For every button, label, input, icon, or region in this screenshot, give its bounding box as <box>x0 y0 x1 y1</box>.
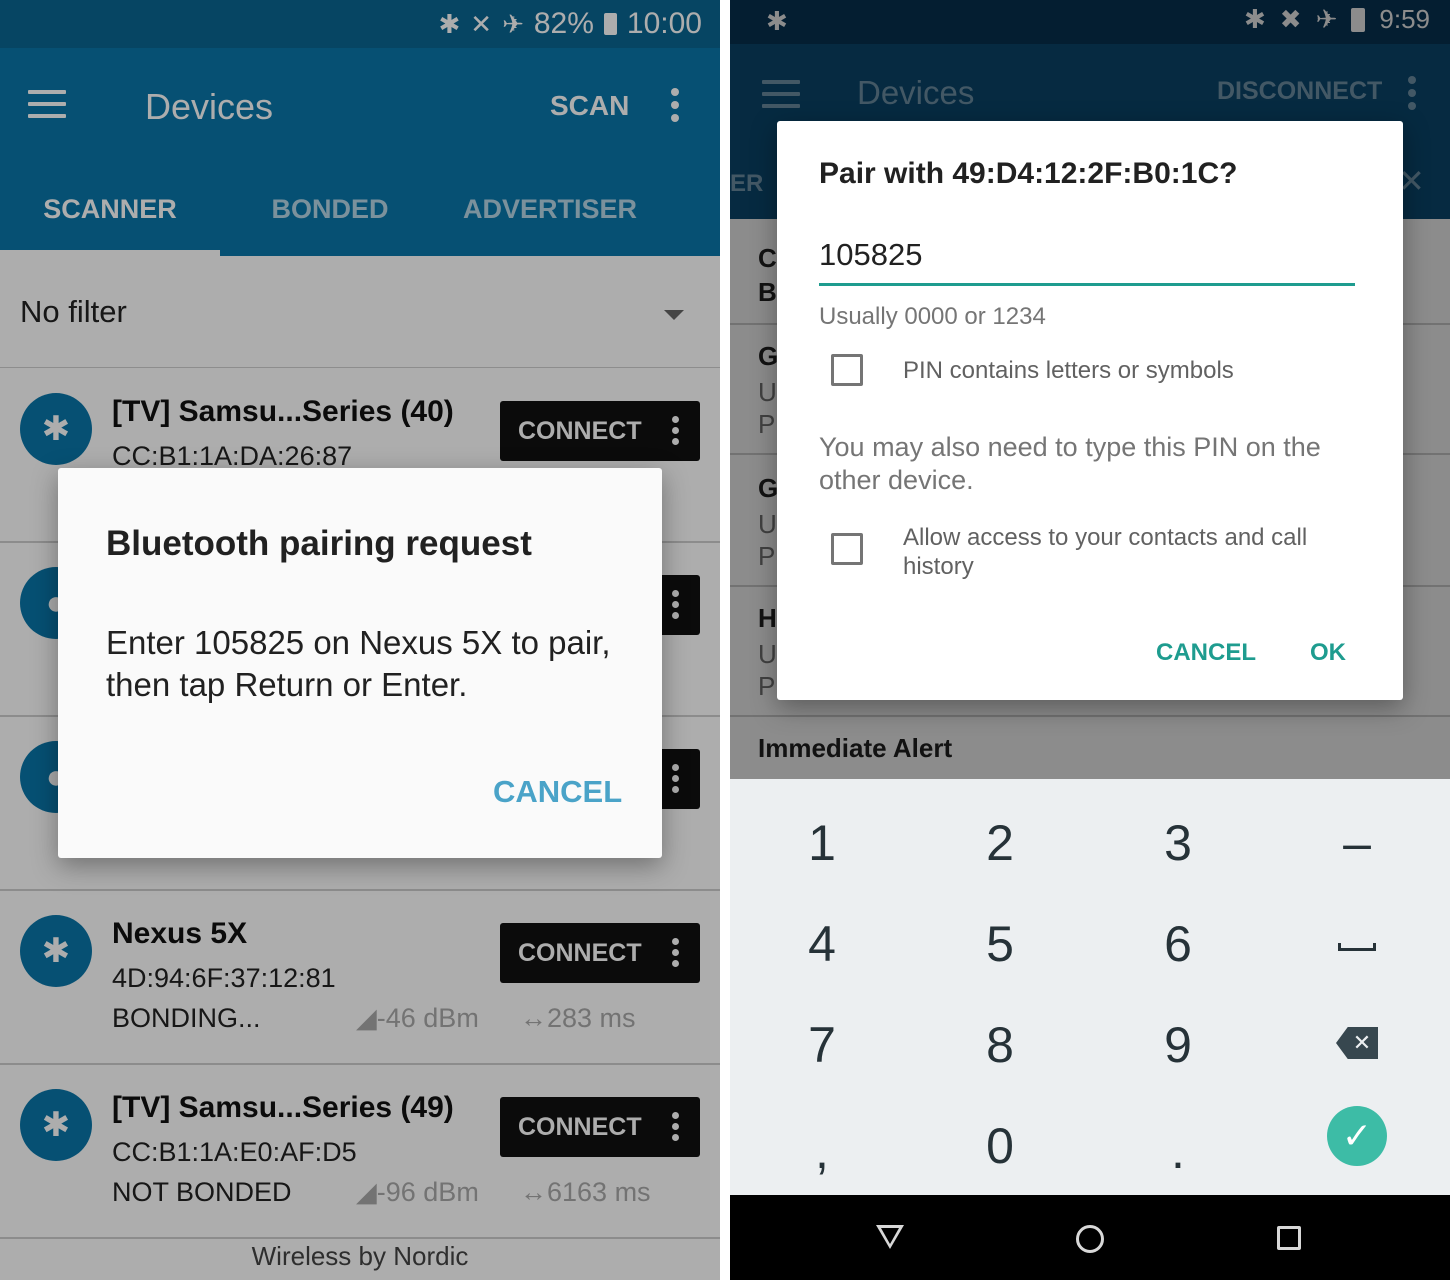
pair-pin-dialog: Pair with 49:D4:12:2F:B0:1C? 105825 Usua… <box>777 121 1403 700</box>
screen-divider <box>720 0 730 1280</box>
home-icon[interactable] <box>1076 1225 1104 1253</box>
key-4[interactable]: 4 <box>732 894 912 994</box>
contacts-access-label: Allow access to your contacts and call h… <box>903 524 1308 580</box>
key-8[interactable]: 8 <box>910 995 1090 1095</box>
dialog-title: Pair with 49:D4:12:2F:B0:1C? <box>819 157 1238 190</box>
key-6[interactable]: 6 <box>1088 894 1268 994</box>
pairing-dialog: Bluetooth pairing request Enter 105825 o… <box>58 468 662 858</box>
recents-icon[interactable] <box>1277 1226 1301 1250</box>
check-icon[interactable]: ✓ <box>1327 1106 1387 1166</box>
ok-button[interactable]: OK <box>1310 639 1346 667</box>
pin-note: You may also need to type this PIN on th… <box>819 432 1321 495</box>
key-minus[interactable]: – <box>1267 793 1447 893</box>
pin-hint: Usually 0000 or 1234 <box>819 303 1046 330</box>
cancel-button[interactable]: CANCEL <box>493 774 622 810</box>
space-icon[interactable] <box>1338 943 1376 951</box>
contacts-access-checkbox[interactable] <box>831 533 863 565</box>
key-5[interactable]: 5 <box>910 894 1090 994</box>
key-period[interactable]: . <box>1088 1096 1268 1196</box>
key-1[interactable]: 1 <box>732 793 912 893</box>
cancel-button[interactable]: CANCEL <box>1156 639 1256 667</box>
pin-letters-checkbox[interactable] <box>831 354 863 386</box>
numeric-keypad: 1 2 3 – 4 5 6 7 8 9 ✕ , 0 . ✓ <box>730 779 1450 1195</box>
pin-letters-label: PIN contains letters or symbols <box>903 357 1234 384</box>
back-icon[interactable] <box>876 1225 904 1249</box>
left-screen: ✱ ✕ ✈ 82% 10:00 Devices SCAN SCANNER BON… <box>0 0 720 1280</box>
key-3[interactable]: 3 <box>1088 793 1268 893</box>
backspace-icon[interactable]: ✕ <box>1336 1027 1378 1059</box>
key-2[interactable]: 2 <box>910 793 1090 893</box>
key-9[interactable]: 9 <box>1088 995 1268 1095</box>
dialog-message: Enter 105825 on Nexus 5X to pair, then t… <box>106 624 611 703</box>
dialog-title: Bluetooth pairing request <box>106 524 532 563</box>
key-comma[interactable]: , <box>732 1096 912 1196</box>
right-screen: ✱ ✱ ✖ ✈ 9:59 Devices DISCONNECT ER ✕ Co … <box>730 0 1450 1280</box>
navigation-bar <box>730 1195 1450 1280</box>
key-7[interactable]: 7 <box>732 995 912 1095</box>
key-0[interactable]: 0 <box>910 1096 1090 1196</box>
pin-input[interactable]: 105825 <box>819 237 1355 286</box>
